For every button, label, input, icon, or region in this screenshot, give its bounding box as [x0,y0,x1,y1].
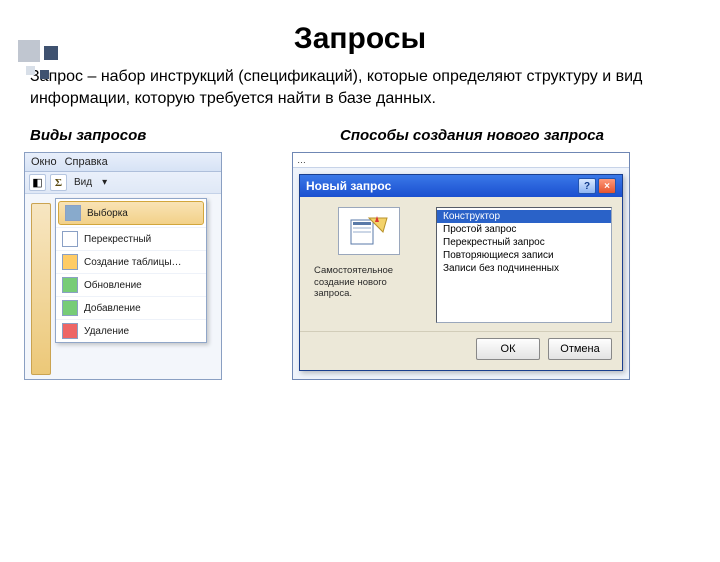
view-menu[interactable]: Вид [71,174,95,190]
ok-button[interactable]: ОК [476,338,540,360]
maketable-query-icon [62,254,78,270]
close-icon[interactable]: × [598,178,616,194]
menu-help[interactable]: Справка [63,156,110,168]
page-title: Запросы [0,22,720,56]
toolbar-icon[interactable]: ◧ [29,174,46,191]
select-query-icon [65,205,81,221]
query-types-screenshot: Окно Справка ◧ Σ Вид ▾ Выборка Перекрест… [24,152,222,380]
definition-text: Запрос – набор инструкций (спецификаций)… [30,66,690,109]
update-query-icon [62,277,78,293]
parent-window-toolbar: … [293,153,629,168]
list-item[interactable]: Перекрестный [56,227,206,250]
help-icon[interactable]: ? [578,178,596,194]
dialog-option-list[interactable]: Конструктор Простой запрос Перекрестный … [436,207,612,323]
list-item[interactable]: Повторяющиеся записи [437,249,611,262]
list-item[interactable]: Удаление [56,319,206,342]
new-query-window: … Новый запрос ? × [292,152,630,380]
list-item[interactable]: Конструктор [437,210,611,223]
slide-corner-decor [18,40,64,86]
list-item[interactable]: Перекрестный запрос [437,236,611,249]
list-item[interactable]: Простой запрос [437,223,611,236]
chevron-down-icon[interactable]: ▾ [99,174,110,190]
list-item[interactable]: Добавление [56,296,206,319]
cancel-button[interactable]: Отмена [548,338,612,360]
subhead-query-types: Виды запросов [30,127,330,144]
new-query-dialog: Новый запрос ? × [299,174,623,371]
dialog-title-text: Новый запрос [306,179,391,193]
menu-window[interactable]: Окно [29,156,59,168]
query-types-list: Выборка Перекрестный Создание таблицы… О… [55,198,207,343]
list-item[interactable]: Обновление [56,273,206,296]
dialog-description: Самостоятельное создание нового запроса. [314,265,424,299]
list-item[interactable]: Записи без подчиненных [437,262,611,275]
list-item[interactable]: Создание таблицы… [56,250,206,273]
append-query-icon [62,300,78,316]
crosstab-query-icon [62,231,78,247]
subhead-create-methods: Способы создания нового запроса [330,127,690,144]
dialog-titlebar: Новый запрос ? × [300,175,622,197]
toolbar-hint: … [297,155,306,165]
delete-query-icon [62,323,78,339]
dialog-illustration [338,207,400,255]
sigma-icon[interactable]: Σ [50,174,67,191]
vertical-highlight [31,203,51,375]
list-item[interactable]: Выборка [58,201,204,225]
